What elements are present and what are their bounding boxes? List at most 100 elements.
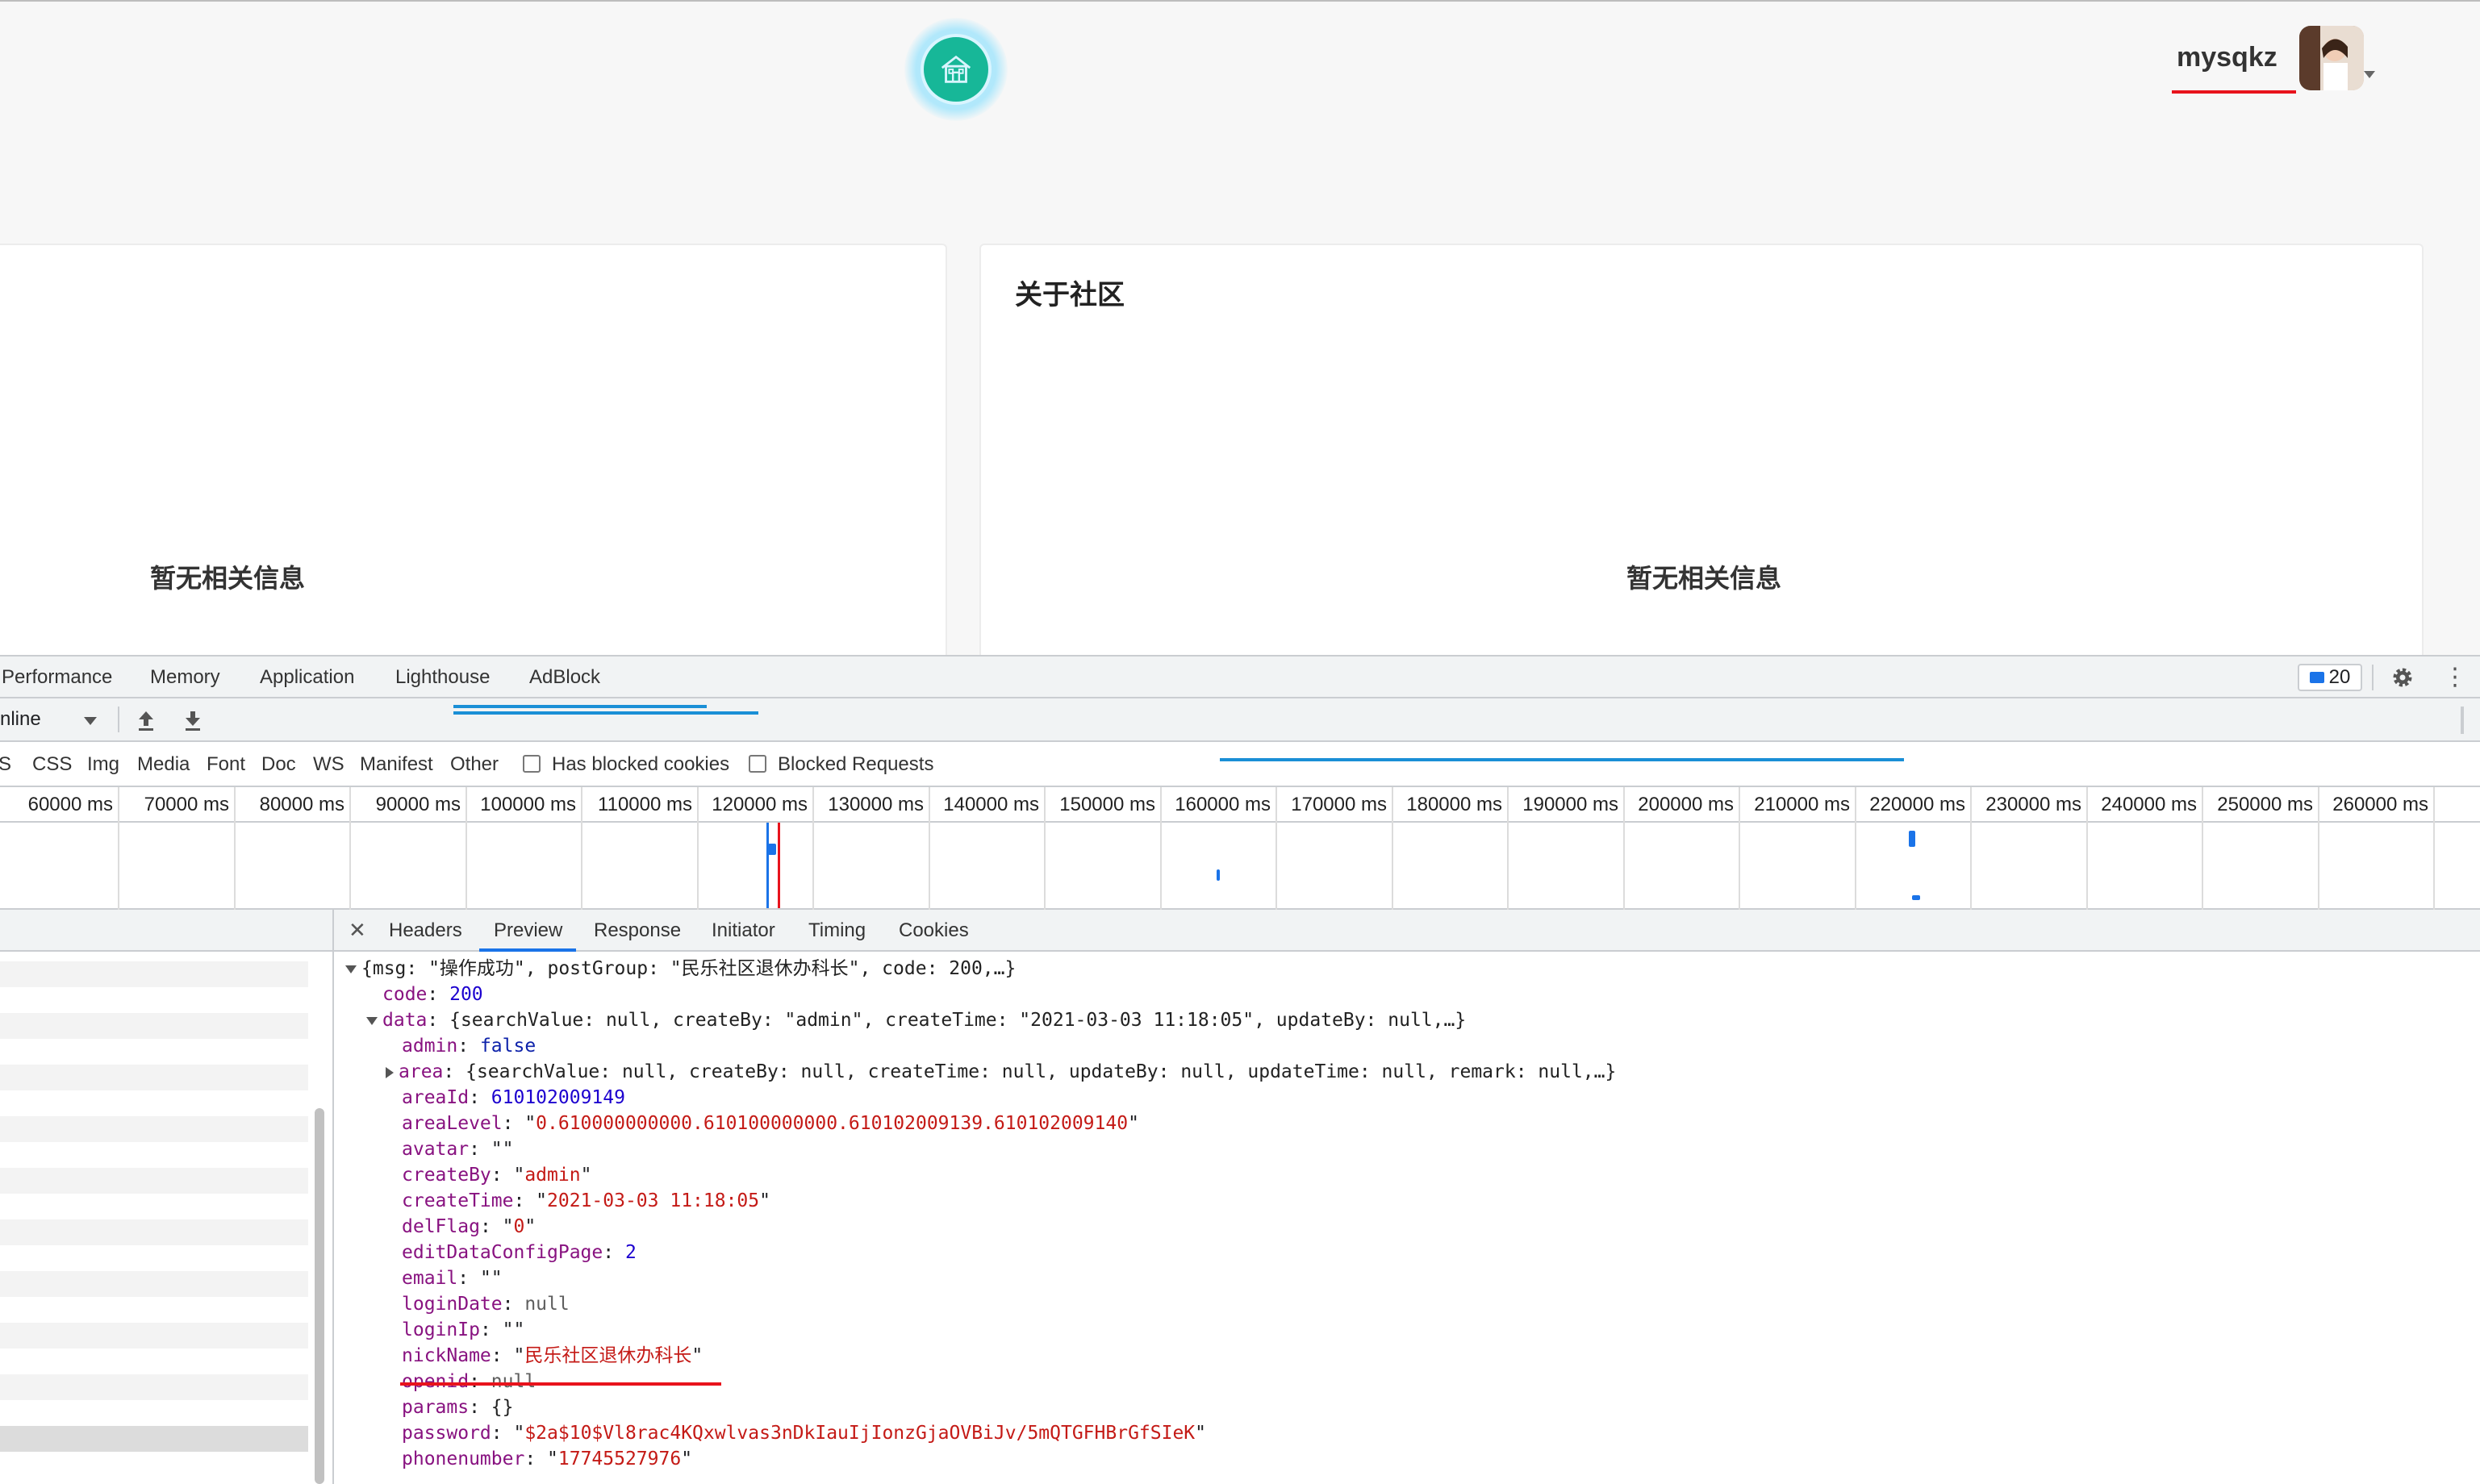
- timeline-tick-label: 180000 ms: [1406, 794, 1502, 815]
- chevron-down-icon[interactable]: [2364, 71, 2375, 78]
- chevron-down-icon[interactable]: [84, 717, 97, 725]
- filter-doc[interactable]: Doc: [261, 753, 296, 776]
- more-options-icon[interactable]: ⋮: [2443, 665, 2467, 690]
- timeline-gridline: [1739, 787, 1740, 910]
- tab-initiator[interactable]: Initiator: [712, 919, 775, 942]
- expand-toggle-icon[interactable]: [345, 965, 357, 973]
- filter-ws[interactable]: WS: [313, 753, 344, 776]
- request-row[interactable]: [0, 1116, 308, 1142]
- json-row: nickName: "民乐社区退休办科长": [402, 1345, 704, 1366]
- timeline-tick-label: 240000 ms: [2101, 794, 2197, 815]
- request-row[interactable]: [0, 1194, 308, 1219]
- request-row[interactable]: [0, 1374, 308, 1400]
- request-row[interactable]: [0, 1245, 308, 1271]
- tab-application[interactable]: Application: [260, 666, 354, 689]
- toolbar-scrollbar[interactable]: [2461, 707, 2464, 734]
- tab-timing[interactable]: Timing: [808, 919, 866, 942]
- network-overview-timeline[interactable]: 60000 ms 70000 ms 80000 ms 90000 ms 100000 m…: [0, 705, 2480, 910]
- import-har-icon[interactable]: [136, 708, 157, 732]
- tab-headers[interactable]: Headers: [389, 919, 462, 942]
- json-value: 0.610000000000.610100000000.610102009139…: [536, 1113, 1129, 1134]
- timeline-gridline: [349, 787, 351, 910]
- timeline-tick-label: 200000 ms: [1638, 794, 1734, 815]
- request-row[interactable]: [0, 1323, 308, 1349]
- json-data-row[interactable]: data: {searchValue: null, createBy: "adm…: [366, 1008, 1466, 1032]
- json-root-row[interactable]: {msg: "操作成功", postGroup: "民乐社区退休办科长", co…: [345, 957, 1016, 981]
- request-row[interactable]: [0, 1271, 308, 1297]
- request-row[interactable]: [0, 1219, 308, 1245]
- request-row[interactable]: [0, 1013, 308, 1039]
- expand-toggle-icon[interactable]: [366, 1016, 378, 1025]
- issues-button[interactable]: 20: [2298, 664, 2362, 691]
- request-row[interactable]: [0, 987, 308, 1013]
- json-value: 0: [513, 1216, 525, 1237]
- username-link[interactable]: mysqkz: [2177, 42, 2278, 73]
- request-row[interactable]: [0, 1065, 308, 1090]
- divider: [118, 707, 119, 732]
- timeline-gridline: [1855, 787, 1856, 910]
- tab-memory[interactable]: Memory: [150, 666, 220, 689]
- tab-cookies[interactable]: Cookies: [899, 919, 969, 942]
- filter-js[interactable]: JS: [0, 753, 11, 776]
- timeline-tick-label: 70000 ms: [144, 794, 229, 815]
- timeline-tick-label: 100000 ms: [480, 794, 576, 815]
- tab-lighthouse[interactable]: Lighthouse: [395, 666, 490, 689]
- tab-performance[interactable]: Performance: [2, 666, 112, 689]
- json-key: delFlag: [402, 1216, 480, 1237]
- avatar[interactable]: [2299, 26, 2364, 90]
- export-har-icon[interactable]: [182, 708, 203, 732]
- request-row[interactable]: [0, 1039, 308, 1065]
- empty-state-text: 暂无相关信息: [1626, 564, 1782, 593]
- timeline-gridline: [1970, 787, 1972, 910]
- request-row[interactable]: [0, 1426, 308, 1452]
- timeline-tick-label: 170000 ms: [1291, 794, 1387, 815]
- json-row: areaId: 610102009149: [402, 1087, 625, 1108]
- timeline-gridline: [1623, 787, 1625, 910]
- filter-other[interactable]: Other: [450, 753, 499, 776]
- filter-media[interactable]: Media: [137, 753, 190, 776]
- gear-icon[interactable]: [2390, 665, 2415, 690]
- request-bar: [453, 711, 758, 715]
- tab-preview[interactable]: Preview: [494, 919, 562, 942]
- empty-state-text: 暂无相关信息: [150, 564, 306, 593]
- request-row[interactable]: [0, 1090, 308, 1116]
- avatar-image: [2299, 26, 2364, 90]
- json-row: code: 200: [382, 984, 483, 1005]
- throttling-select[interactable]: nline: [0, 708, 41, 731]
- request-list-scrollbar[interactable]: [315, 1108, 324, 1484]
- timeline-tick-label: 250000 ms: [2217, 794, 2313, 815]
- logo-badge[interactable]: [921, 34, 992, 105]
- network-toolbar: nline: [0, 698, 2480, 742]
- request-list: [0, 910, 334, 1484]
- json-row: createBy: "admin": [402, 1165, 592, 1186]
- blocked-requests-checkbox[interactable]: [749, 755, 766, 773]
- json-key: loginIp: [402, 1319, 480, 1340]
- timeline-gridline: [929, 787, 930, 910]
- tab-response[interactable]: Response: [594, 919, 681, 942]
- close-icon[interactable]: ✕: [349, 918, 366, 943]
- json-row: admin: false: [402, 1036, 536, 1057]
- json-area-row[interactable]: area: {searchValue: null, createBy: null…: [386, 1060, 1616, 1084]
- expand-toggle-icon[interactable]: [386, 1066, 394, 1078]
- timeline-gridline: [1044, 787, 1046, 910]
- timeline-gridline: [2318, 787, 2319, 910]
- filter-img[interactable]: Img: [87, 753, 119, 776]
- request-row[interactable]: [0, 961, 308, 987]
- json-value: 2: [624, 1242, 637, 1263]
- filter-css[interactable]: CSS: [32, 753, 72, 776]
- request-row[interactable]: [0, 1297, 308, 1323]
- request-row[interactable]: [0, 1168, 308, 1194]
- request-row[interactable]: [0, 1400, 308, 1426]
- json-row: areaLevel: "0.610000000000.610100000000.…: [402, 1113, 1139, 1134]
- request-bar: [453, 705, 707, 708]
- request-row[interactable]: [0, 1452, 308, 1478]
- filter-manifest[interactable]: Manifest: [360, 753, 433, 776]
- request-row[interactable]: [0, 1349, 308, 1374]
- json-value: 民乐社区退休办科长: [524, 1345, 692, 1366]
- has-blocked-cookies-checkbox[interactable]: [523, 755, 541, 773]
- tab-adblock[interactable]: AdBlock: [529, 666, 600, 689]
- request-row[interactable]: [0, 1142, 308, 1168]
- card-title: 关于社区: [1015, 280, 1125, 311]
- filter-font[interactable]: Font: [207, 753, 245, 776]
- logo[interactable]: [904, 18, 1008, 121]
